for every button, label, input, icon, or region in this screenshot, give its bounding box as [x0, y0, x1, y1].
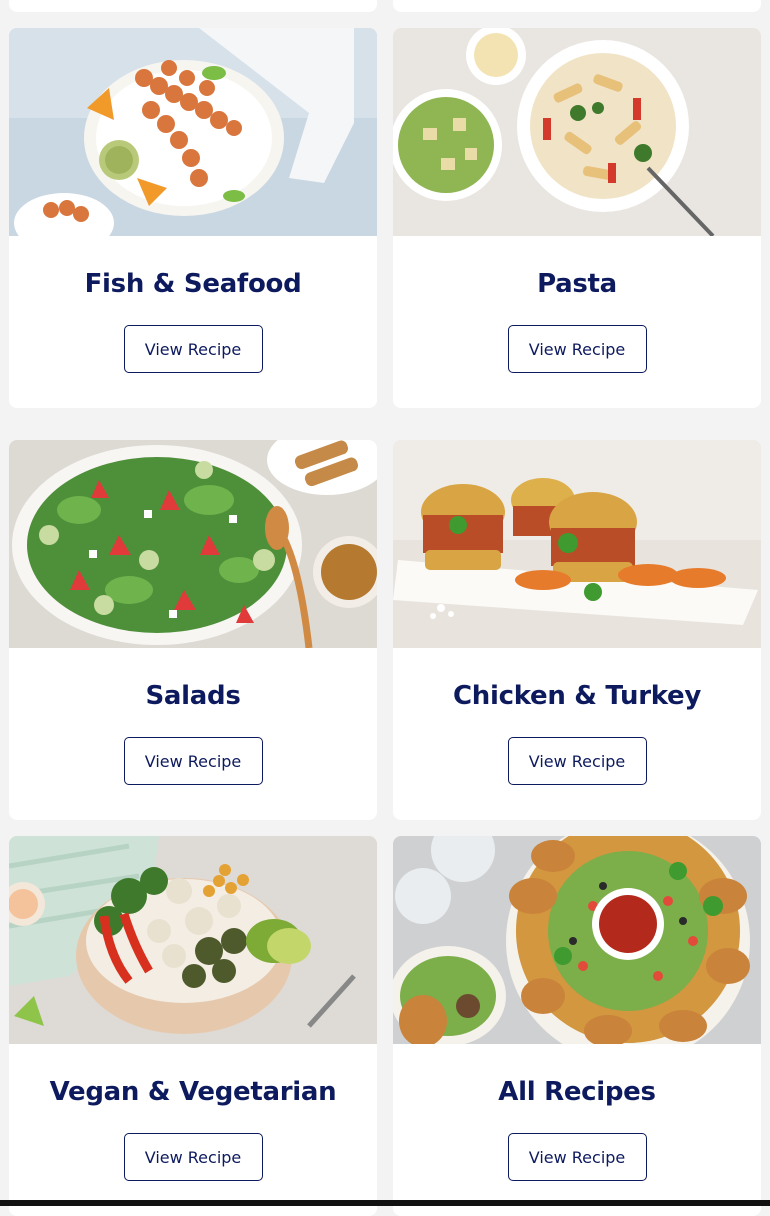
- category-title: All Recipes: [498, 1077, 656, 1107]
- category-card-pasta[interactable]: Pasta View Recipe: [393, 28, 761, 408]
- category-title: Vegan & Vegetarian: [49, 1077, 337, 1107]
- view-recipe-button[interactable]: View Recipe: [123, 1133, 263, 1181]
- veggie-bowl-photo: [9, 836, 377, 1044]
- previous-card-right: [393, 0, 761, 12]
- category-title: Salads: [145, 681, 241, 711]
- previous-card-left: [9, 0, 377, 12]
- view-recipe-button[interactable]: View Recipe: [123, 325, 263, 373]
- category-card-salads[interactable]: Salads View Recipe: [9, 440, 377, 820]
- view-recipe-button[interactable]: View Recipe: [507, 737, 647, 785]
- category-title: Fish & Seafood: [84, 269, 302, 299]
- strawberry-salad-photo: [9, 440, 377, 648]
- category-card-vegan-vegetarian[interactable]: Vegan & Vegetarian View Recipe: [9, 836, 377, 1216]
- taco-ring-photo: [393, 836, 761, 1044]
- shrimp-skewers-photo: [9, 28, 377, 236]
- pulled-chicken-sliders-photo: [393, 440, 761, 648]
- view-recipe-button[interactable]: View Recipe: [507, 1133, 647, 1181]
- view-recipe-button[interactable]: View Recipe: [123, 737, 263, 785]
- category-card-all-recipes[interactable]: All Recipes View Recipe: [393, 836, 761, 1216]
- system-navigation-bar: [0, 1200, 770, 1206]
- category-card-chicken-turkey[interactable]: Chicken & Turkey View Recipe: [393, 440, 761, 820]
- penne-pasta-photo: [393, 28, 761, 236]
- category-card-fish-seafood[interactable]: Fish & Seafood View Recipe: [9, 28, 377, 408]
- category-title: Chicken & Turkey: [452, 681, 701, 711]
- view-recipe-button[interactable]: View Recipe: [507, 325, 647, 373]
- category-title: Pasta: [537, 269, 617, 299]
